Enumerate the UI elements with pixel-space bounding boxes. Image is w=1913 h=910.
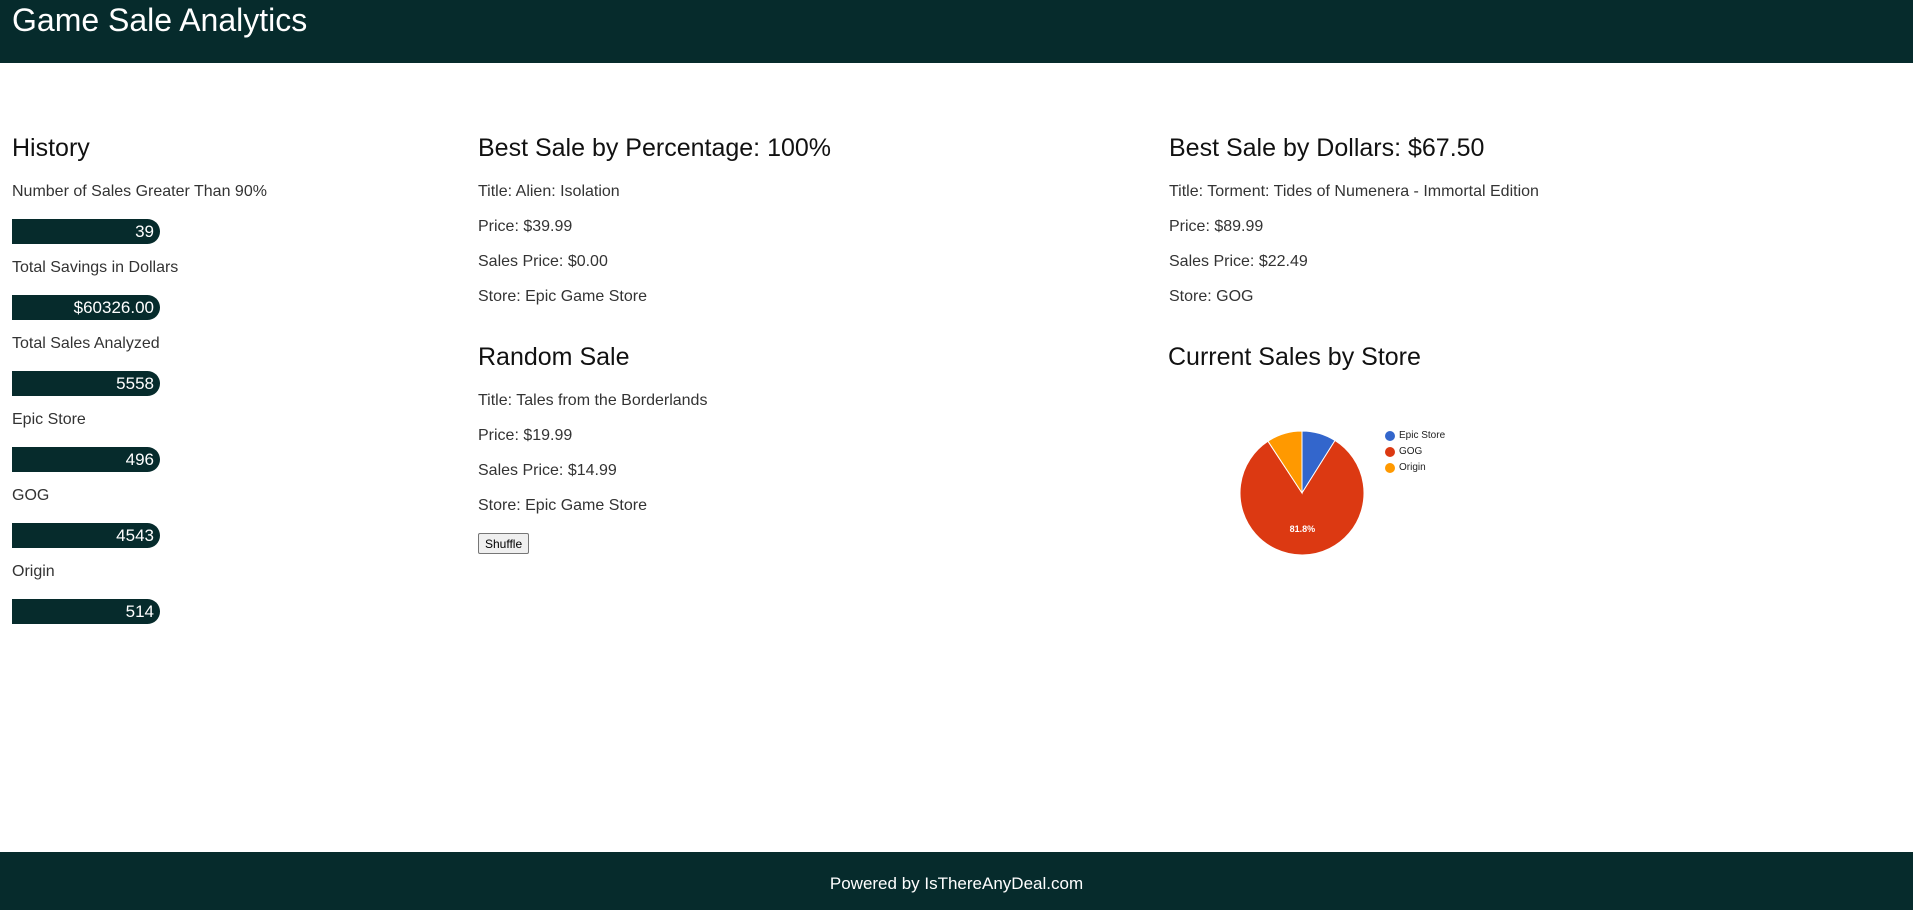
best-dollars-title: Best Sale by Dollars: $67.50 <box>1169 134 1485 162</box>
shuffle-button[interactable]: Shuffle <box>478 533 530 554</box>
stat-label-origin: Origin <box>12 563 55 580</box>
best-dollars-sales-price: Sales Price: $22.49 <box>1169 253 1308 270</box>
stat-bar-gog: 4543 <box>12 523 160 548</box>
best-percentage-store: Store: Epic Game Store <box>478 288 647 305</box>
random-sale-store: Store: Epic Game Store <box>478 497 647 514</box>
legend-label: GOG <box>1399 446 1423 457</box>
best-percentage-title: Best Sale by Percentage: 100% <box>478 134 832 162</box>
best-percentage-game-title: Title: Alien: Isolation <box>478 183 620 200</box>
legend-item: Epic Store <box>1385 430 1445 446</box>
stat-label-sales-over-90: Number of Sales Greater Than 90% <box>12 183 267 200</box>
stat-label-total-sales: Total Sales Analyzed <box>12 335 160 352</box>
best-dollars-game-title: Title: Torment: Tides of Numenera - Immo… <box>1169 183 1539 200</box>
history-title: History <box>12 134 90 162</box>
legend-swatch <box>1385 446 1395 457</box>
random-sale-sales-price: Sales Price: $14.99 <box>478 462 617 479</box>
random-sale-game-title: Title: Tales from the Borderlands <box>478 392 708 409</box>
store-chart-title: Current Sales by Store <box>1168 343 1421 371</box>
stat-label-gog: GOG <box>12 487 50 504</box>
stat-label-total-savings: Total Savings in Dollars <box>12 259 179 276</box>
app-header: Game Sale Analytics <box>0 0 1913 63</box>
random-sale-price: Price: $19.99 <box>478 427 573 444</box>
stat-label-epic-store: Epic Store <box>12 411 86 428</box>
legend-swatch <box>1385 430 1395 441</box>
best-percentage-price: Price: $39.99 <box>478 218 573 235</box>
best-dollars-store: Store: GOG <box>1169 288 1254 305</box>
app-footer: Powered by IsThereAnyDeal.com <box>0 852 1913 910</box>
legend-item: GOG <box>1385 446 1445 462</box>
stat-bar-epic-store: 496 <box>12 447 160 472</box>
stat-bar-origin: 514 <box>12 599 160 624</box>
legend-swatch <box>1385 462 1395 473</box>
best-dollars-price: Price: $89.99 <box>1169 218 1264 235</box>
best-percentage-sales-price: Sales Price: $0.00 <box>478 253 608 270</box>
legend-label: Origin <box>1399 462 1426 473</box>
stat-bar-total-sales: 5558 <box>12 371 160 396</box>
pie-slice-label: 81.8% <box>1290 524 1316 534</box>
app-title: Game Sale Analytics <box>12 2 308 38</box>
random-sale-title: Random Sale <box>478 343 630 371</box>
pie-legend: Epic Store GOG Origin <box>1385 430 1445 478</box>
stat-bar-sales-over-90: 39 <box>12 219 160 244</box>
legend-item: Origin <box>1385 462 1445 478</box>
legend-label: Epic Store <box>1399 430 1446 441</box>
stat-bar-total-savings: $60326.00 <box>12 295 160 320</box>
footer-credit: Powered by IsThereAnyDeal.com <box>829 874 1084 893</box>
